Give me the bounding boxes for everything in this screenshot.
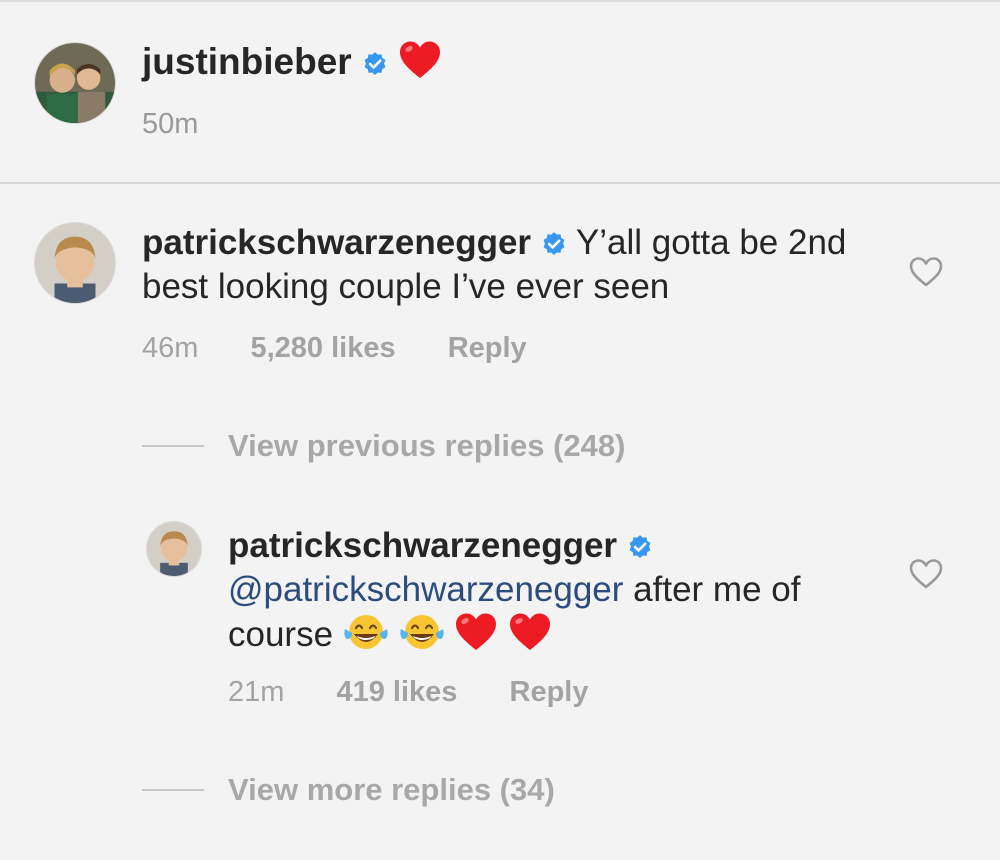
verified-badge-icon [629, 535, 651, 559]
verified-badge-icon [543, 232, 565, 256]
justinbieber-avatar[interactable] [34, 42, 116, 124]
patrickschwarzenegger-avatar[interactable] [34, 222, 116, 304]
reply-meta: 21m 419 likes Reply [228, 676, 632, 709]
post-header: justinbieber [142, 38, 442, 86]
reply-timestamp: 21m [228, 676, 285, 708]
thread-line [142, 789, 204, 791]
top-border [0, 0, 1000, 2]
reply-body: patrickschwarzenegger @patrickschwarzene… [228, 524, 878, 657]
avatar-photo [147, 522, 201, 576]
reply-reply-button[interactable]: Reply [510, 676, 589, 708]
red-heart-emoji-icon [400, 41, 441, 78]
comment-username[interactable]: patrickschwarzenegger [142, 223, 531, 262]
red-heart-emoji-icon [509, 613, 550, 650]
reply-likes-link[interactable]: 419 likes [336, 676, 457, 708]
view-previous-replies-button[interactable]: View previous replies (248) [142, 428, 625, 464]
tears-of-joy-emoji-icon [344, 615, 388, 649]
avatar-photo [35, 43, 115, 123]
view-more-replies-label: View more replies (34) [228, 772, 555, 807]
verified-badge-icon [364, 52, 386, 76]
avatar-photo [35, 223, 115, 303]
post-username[interactable]: justinbieber [142, 41, 352, 82]
reply-avatar[interactable] [146, 521, 202, 577]
tears-of-joy-emoji-icon [399, 615, 444, 649]
comment-body: patrickschwarzenegger Y’all gotta be 2nd… [142, 221, 862, 309]
like-heart-icon[interactable] [908, 256, 944, 288]
mention-link[interactable]: @patrickschwarzenegger [228, 570, 623, 609]
red-heart-emoji-icon [456, 613, 497, 650]
reply-username[interactable]: patrickschwarzenegger [228, 526, 617, 565]
comment-timestamp: 46m [142, 332, 199, 364]
post-timestamp: 50m [142, 108, 199, 140]
like-heart-icon[interactable] [908, 558, 944, 590]
view-more-replies-button[interactable]: View more replies (34) [142, 772, 555, 808]
comment-likes-link[interactable]: 5,280 likes [250, 332, 395, 364]
view-previous-replies-label: View previous replies (248) [228, 428, 626, 463]
comment-meta: 46m 5,280 likes Reply [142, 332, 571, 365]
comment-reply-button[interactable]: Reply [448, 332, 527, 364]
thread-line [142, 445, 204, 447]
section-divider [0, 182, 1000, 184]
